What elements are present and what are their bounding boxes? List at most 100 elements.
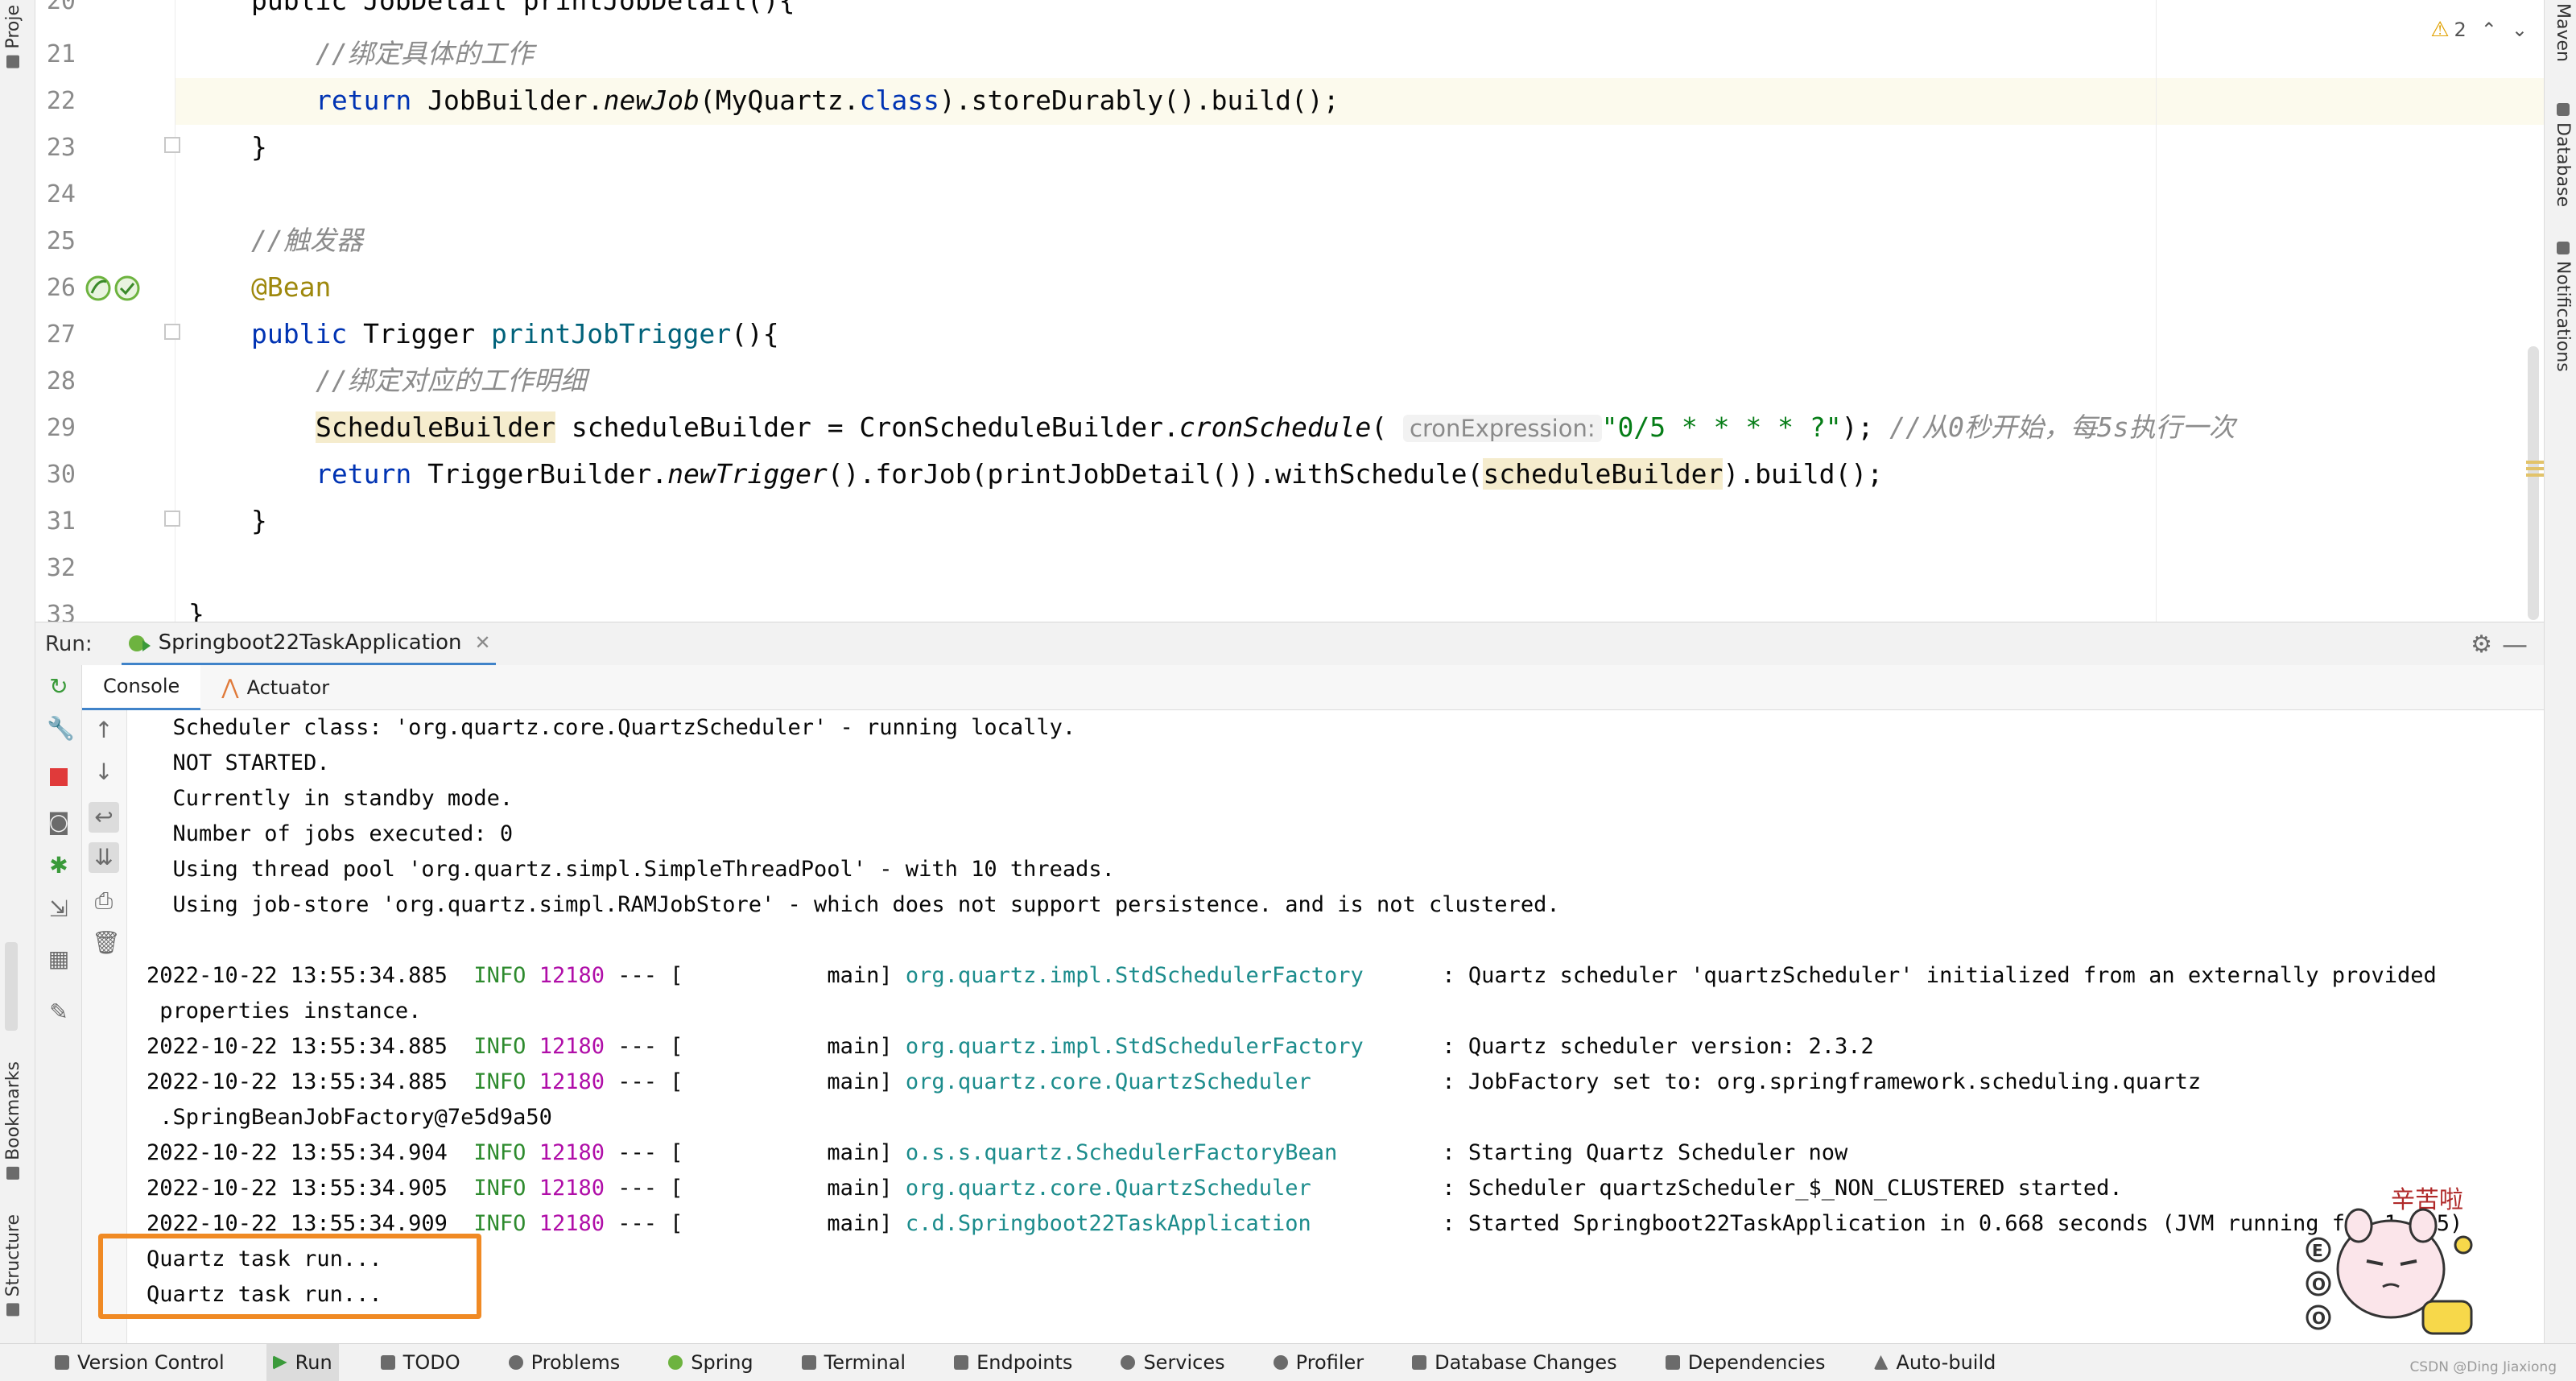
code-comment: //绑定具体的工作 — [316, 38, 534, 69]
log-pid: 12180 — [539, 1034, 605, 1059]
tool-endpoints[interactable]: Endpoints — [947, 1344, 1079, 1381]
error-stripe-marker[interactable] — [2526, 461, 2544, 464]
layout-icon[interactable]: ▦ — [47, 947, 71, 971]
console-line: Currently in standby mode. — [147, 786, 514, 811]
trash-icon[interactable]: 🗑 — [92, 931, 121, 955]
tool-auto-build[interactable]: Auto-build — [1868, 1344, 2003, 1381]
log-thread: --- [ main] — [617, 963, 893, 988]
tool-services[interactable]: Services — [1114, 1344, 1231, 1381]
code-comment: //触发器 — [251, 225, 363, 256]
run-config-tab[interactable]: Springboot22TaskApplication ✕ — [121, 622, 496, 666]
tab-console-label: Console — [103, 675, 180, 697]
console-line: NOT STARTED. — [147, 750, 330, 775]
chevron-up-icon[interactable]: ⌃ — [2481, 19, 2497, 41]
project-tool-tab[interactable]: Proje — [3, 5, 23, 68]
line-number: 33 — [46, 601, 76, 622]
code-line-27: public Trigger printJobTrigger(){ — [251, 311, 779, 358]
actuator-icon: ⋀ — [221, 675, 239, 700]
editor-scrollbar[interactable] — [2528, 346, 2539, 620]
line-number: 21 — [46, 40, 76, 68]
scroll-to-end-icon[interactable]: ⇊ — [89, 842, 119, 873]
code-text: ).build(); — [1723, 458, 1884, 490]
tab-actuator[interactable]: ⋀ Actuator — [200, 665, 350, 710]
log-thread: --- [ main] — [617, 1069, 893, 1094]
endpoints-icon — [954, 1355, 969, 1370]
wrench-icon[interactable]: 🔧 — [47, 717, 75, 741]
log-logger: org.quartz.core.QuartzScheduler — [905, 1069, 1430, 1094]
bookmarks-tool-tab[interactable]: Bookmarks — [3, 1061, 23, 1180]
code-editor[interactable]: 20 21 22 23 24 25 26 27 28 29 30 31 32 3… — [35, 0, 2544, 622]
minimize-icon[interactable]: — — [2502, 629, 2528, 659]
close-icon[interactable]: ✕ — [475, 631, 491, 654]
soft-wrap-icon[interactable]: ↩ — [89, 802, 119, 833]
inspection-widget[interactable]: ⚠ 2 ⌃ ⌄ — [2430, 18, 2528, 42]
log-message: : Scheduler quartzScheduler_$_NON_CLUSTE… — [1442, 1176, 2123, 1201]
rerun-icon[interactable]: ↻ — [47, 675, 71, 699]
log-line: 2022-10-22 13:55:34.909 INFO 12180 --- [… — [147, 1206, 2462, 1242]
restore-layout-icon[interactable]: ⇲ — [47, 897, 71, 921]
tool-profiler[interactable]: Profiler — [1267, 1344, 1371, 1381]
structure-tool-tab[interactable]: Structure — [3, 1214, 23, 1317]
code-string: "0/5 * * * * ?" — [1601, 411, 1842, 443]
log-level: INFO — [473, 1176, 526, 1201]
tool-todo[interactable]: TODO — [374, 1344, 467, 1381]
tool-database-changes[interactable]: Database Changes — [1406, 1344, 1624, 1381]
left-tool-strip: Proje Bookmarks Structure — [0, 0, 35, 1343]
project-tab-label: Proje — [3, 5, 23, 49]
code-line-29: ScheduleBuilder scheduleBuilder = CronSc… — [316, 411, 2235, 443]
notifications-tool-tab[interactable]: Notifications — [2553, 242, 2573, 372]
log-thread: --- [ main] — [617, 1176, 893, 1201]
tool-terminal[interactable]: Terminal — [795, 1344, 912, 1381]
arrow-up-icon[interactable]: ↑ — [92, 718, 116, 742]
arrow-down-icon[interactable]: ↓ — [92, 760, 116, 784]
camera-icon[interactable]: ◙ — [47, 810, 71, 834]
line-number: 30 — [46, 461, 76, 489]
left-strip-handle[interactable] — [5, 942, 18, 1031]
console-output[interactable]: Scheduler class: 'org.quartz.core.Quartz… — [127, 710, 2510, 1343]
code-text: } — [251, 131, 267, 163]
log-level: INFO — [473, 1034, 526, 1059]
sticker-letter: E — [2312, 1241, 2323, 1260]
tab-console[interactable]: Console — [82, 664, 201, 710]
log-timestamp: 2022-10-22 13:55:34.909 — [147, 1211, 448, 1236]
print-icon[interactable]: ⎙ — [92, 889, 116, 913]
code-variable: scheduleBuilder — [1483, 458, 1724, 490]
maven-tool-tab[interactable]: Maven — [2553, 3, 2573, 62]
code-keyword: class — [859, 85, 939, 116]
log-timestamp: 2022-10-22 13:55:34.905 — [147, 1176, 448, 1201]
tool-run[interactable]: Run — [266, 1343, 339, 1381]
code-method: newTrigger — [667, 458, 828, 490]
tool-version-control[interactable]: Version Control — [48, 1344, 231, 1381]
bean-gutter-icons[interactable] — [85, 274, 143, 303]
fold-marker[interactable] — [164, 511, 180, 527]
code-type: Trigger — [363, 318, 476, 349]
output-highlight-box — [98, 1234, 481, 1319]
log-line-continuation: properties instance. — [147, 999, 422, 1023]
log-logger: org.quartz.impl.StdSchedulerFactory — [905, 963, 1430, 988]
tool-dependencies[interactable]: Dependencies — [1659, 1344, 1832, 1381]
database-icon — [2556, 103, 2570, 116]
code-text: TriggerBuilder. — [427, 458, 668, 490]
code-line-25: //触发器 — [251, 217, 363, 264]
gear-icon[interactable]: ⚙ — [2471, 631, 2492, 659]
chevron-down-icon[interactable]: ⌄ — [2512, 19, 2528, 41]
line-number: 23 — [46, 134, 76, 162]
tool-label: TODO — [402, 1351, 460, 1374]
tool-spring[interactable]: Spring — [662, 1344, 759, 1381]
code-comment: //从0秒开始，每5s执行一次 — [1889, 411, 2235, 443]
todo-icon — [380, 1355, 395, 1370]
code-text: scheduleBuilder = CronScheduleBuilder. — [571, 411, 1179, 443]
line-number: 28 — [46, 367, 76, 395]
tool-label: Dependencies — [1687, 1351, 1826, 1374]
log-pid: 12180 — [539, 1211, 605, 1236]
fold-marker[interactable] — [164, 324, 180, 340]
line-number: 24 — [46, 180, 76, 209]
pin-icon[interactable]: ✎ — [47, 1000, 71, 1024]
tool-problems[interactable]: Problems — [502, 1344, 627, 1381]
database-tool-tab[interactable]: Database — [2553, 103, 2573, 207]
warning-count: 2 — [2454, 19, 2467, 41]
debug-bug-icon[interactable]: ✱ — [47, 854, 71, 878]
line-number: 26 — [46, 274, 76, 302]
fold-marker[interactable] — [164, 137, 180, 153]
stop-icon[interactable] — [47, 767, 71, 791]
